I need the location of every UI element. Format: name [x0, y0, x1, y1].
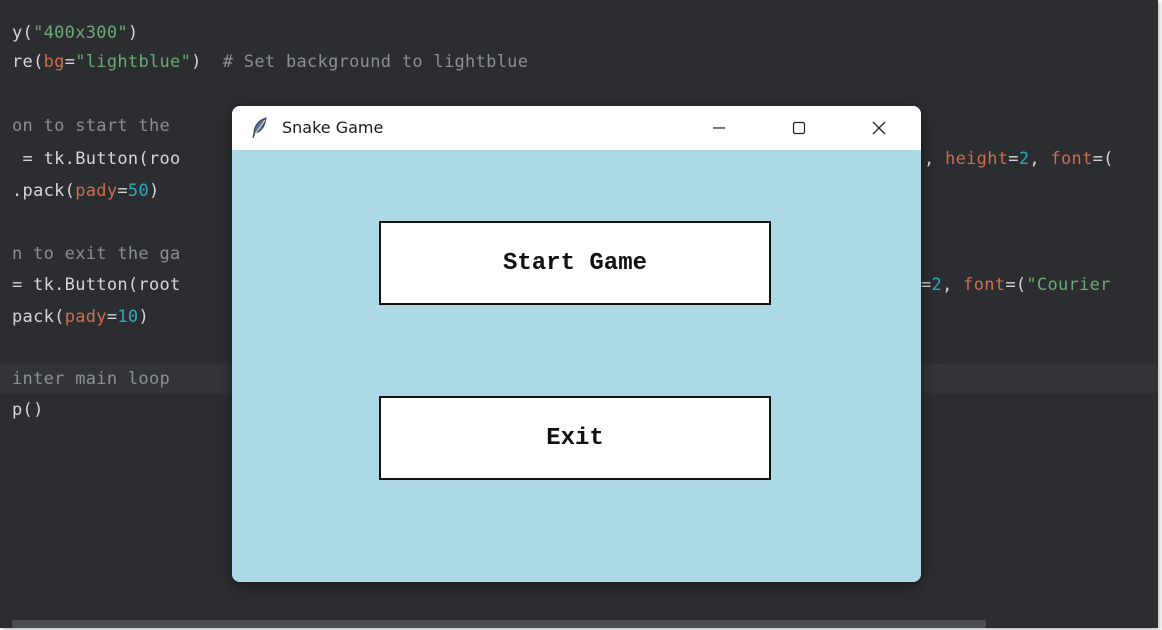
code-line: = tk.Button(roo: [12, 149, 181, 169]
code-line: = tk.Button(root: [12, 275, 181, 295]
code-line: .pack(pady=50): [12, 181, 160, 201]
maximize-icon: [792, 121, 806, 135]
code-line: re(bg="lightblue") # Set background to l…: [12, 52, 529, 72]
start-game-button[interactable]: Start Game: [379, 221, 771, 305]
code-line: pack(pady=10): [12, 307, 149, 327]
code-comment-line: n to exit the ga: [12, 244, 181, 264]
exit-button[interactable]: Exit: [379, 396, 771, 480]
code-line: p(): [12, 400, 44, 420]
horizontal-scrollbar[interactable]: [12, 620, 986, 628]
code-line: y("400x300"): [12, 23, 139, 43]
window-title: Snake Game: [282, 118, 384, 137]
feather-icon: [250, 117, 270, 139]
minimize-icon: [713, 127, 725, 129]
code-line-continuation: =2, font=("Courier: [921, 275, 1111, 295]
maximize-button[interactable]: [776, 106, 822, 150]
close-icon: [872, 121, 886, 135]
window-client-area: Start Game Exit: [232, 150, 921, 582]
close-button[interactable]: [856, 106, 902, 150]
title-bar[interactable]: Snake Game: [232, 106, 921, 150]
code-line-continuation: , height=2, font=(: [924, 149, 1114, 169]
code-comment-line: on to start the: [12, 116, 181, 136]
minimize-button[interactable]: [696, 106, 742, 150]
code-comment-line: inter main loop: [12, 369, 181, 389]
snake-game-window: Snake Game Start Game Exit: [232, 106, 921, 582]
